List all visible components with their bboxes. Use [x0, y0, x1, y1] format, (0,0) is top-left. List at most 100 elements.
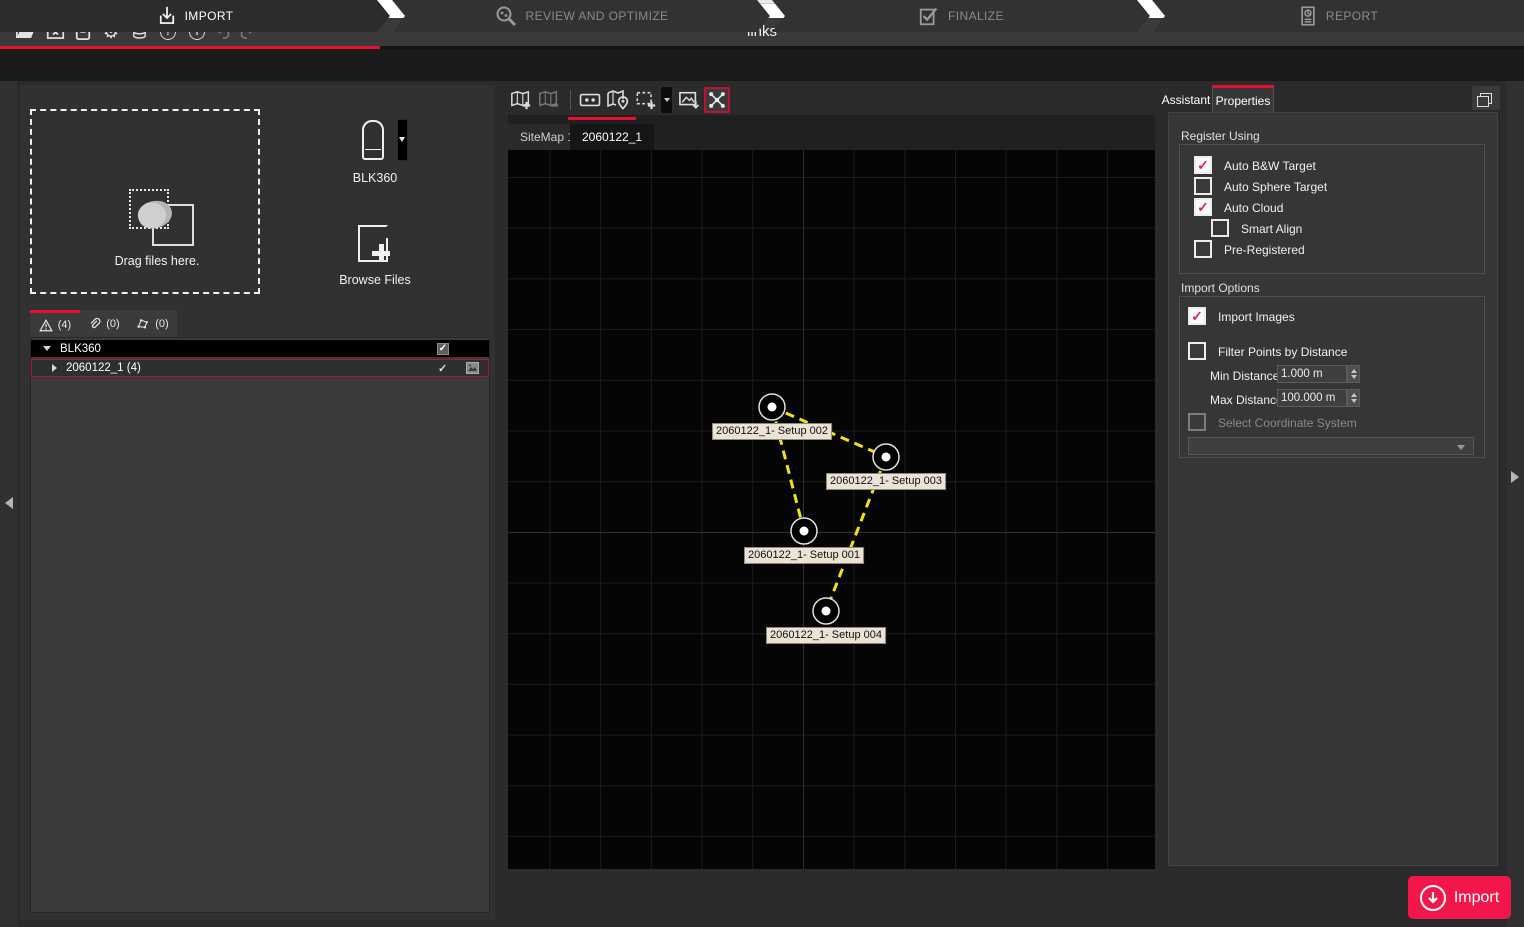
import-file-tree: BLK360 2060122_1 (4) ✓: [30, 337, 490, 913]
slider-caret-icon: [399, 137, 405, 142]
warning-icon: [39, 319, 53, 332]
auto-bw-target-checkbox[interactable]: [1194, 156, 1212, 174]
import-options-title: Import Options: [1181, 281, 1260, 295]
tab-assistant[interactable]: Assistant: [1162, 88, 1210, 112]
warnings-count: (4): [58, 319, 71, 331]
document-fold-icon: [375, 225, 388, 238]
import-button[interactable]: Import: [1408, 876, 1511, 919]
max-distance-input[interactable]: [1277, 389, 1347, 407]
image-preview-icon[interactable]: [466, 362, 479, 374]
stage-label: FINALIZE: [948, 9, 1004, 23]
collapse-left-panel-button[interactable]: [5, 497, 13, 509]
min-distance-input[interactable]: [1277, 365, 1347, 383]
auto-sphere-target-checkbox[interactable]: [1194, 177, 1212, 195]
tree-item-row-selected[interactable]: 2060122_1 (4) ✓: [31, 359, 489, 377]
stage-label: IMPORT: [185, 9, 234, 23]
tab-2060122-1[interactable]: 2060122_1: [570, 124, 654, 150]
item-check-icon[interactable]: ✓: [438, 362, 447, 375]
import-status-tabs: (4) (0) (0): [30, 310, 177, 337]
setup-node-center-icon: [768, 403, 777, 412]
setup-label[interactable]: 2060122_1- Setup 003: [826, 473, 946, 490]
blk360-device-icon[interactable]: [362, 120, 384, 160]
export-image-button[interactable]: [676, 87, 702, 113]
import-stage-icon: [157, 5, 177, 27]
spin-down-icon: [1351, 399, 1357, 403]
workflow-stage-bar: [0, 49, 1524, 81]
import-source-panel: Drag files here. BLK360 Browse Files (4)…: [20, 85, 495, 920]
filter-points-checkbox[interactable]: [1188, 342, 1206, 360]
review-stage-icon: [494, 4, 518, 28]
sitemap-location-icon: [606, 88, 630, 112]
export-image-icon: [678, 90, 700, 110]
bundles-count: (0): [155, 318, 168, 330]
sitemap-canvas[interactable]: 2060122_1- Setup 002 2060122_1- Setup 003…: [508, 150, 1155, 869]
min-distance-label: Min Distance: [1210, 369, 1279, 383]
sitemap-tab-bar: SiteMap 1 2060122_1: [508, 115, 1155, 150]
links-view-button[interactable]: [704, 87, 730, 113]
tree-item-label: 2060122_1 (4): [66, 362, 141, 374]
drag-drop-area[interactable]: Drag files here.: [30, 109, 260, 294]
coordinate-system-label: Select Coordinate System: [1218, 416, 1357, 430]
links-view-icon: [707, 90, 727, 110]
group-checkbox[interactable]: [437, 343, 449, 355]
import-images-checkbox[interactable]: [1188, 307, 1206, 325]
tab-label: 2060122_1: [582, 130, 642, 144]
right-gutter: [1507, 81, 1524, 927]
setup-label[interactable]: 2060122_1- Setup 001: [744, 547, 864, 564]
marquee-add-icon: [635, 89, 657, 111]
remove-sitemap-button[interactable]: [536, 87, 562, 113]
report-stage-icon: [1298, 5, 1318, 27]
add-sitemap-button[interactable]: [508, 87, 534, 113]
max-distance-spinner[interactable]: [1347, 389, 1360, 407]
setup-label[interactable]: 2060122_1- Setup 004: [766, 627, 886, 644]
chevron-left-icon: [5, 497, 13, 509]
expand-caret-icon[interactable]: [43, 346, 51, 351]
pano-view-icon: [579, 91, 601, 109]
setup-node-center-icon: [882, 453, 891, 462]
float-panel-button[interactable]: [1472, 86, 1500, 110]
stage-review-and-optimize[interactable]: REVIEW AND OPTIMIZE: [392, 0, 770, 32]
tree-group-row[interactable]: BLK360: [31, 340, 489, 357]
layers-icon: [1480, 93, 1492, 104]
auto-cloud-checkbox[interactable]: [1194, 198, 1212, 216]
import-button-label: Import: [1454, 889, 1499, 907]
pano-view-button[interactable]: [577, 87, 603, 113]
setup-node-center-icon: [822, 607, 831, 616]
properties-content: Register Using Auto B&W Target Auto Sphe…: [1168, 112, 1498, 866]
import-arrow-icon: [1420, 885, 1446, 911]
setup-label[interactable]: 2060122_1- Setup 002: [712, 423, 832, 440]
coordinate-system-checkbox[interactable]: [1188, 413, 1206, 431]
collapse-caret-icon[interactable]: [52, 364, 57, 372]
spin-down-icon: [1351, 375, 1357, 379]
stage-report[interactable]: REPORT: [1152, 0, 1524, 32]
coordinate-system-dropdown[interactable]: [1188, 437, 1474, 455]
tab-label: Assistant: [1162, 93, 1211, 107]
min-distance-spinner[interactable]: [1347, 365, 1360, 383]
properties-panel: Assistant Properties Register Using Auto…: [1160, 81, 1505, 927]
tab-warnings[interactable]: (4): [30, 310, 80, 337]
stage-import[interactable]: IMPORT: [0, 0, 390, 32]
pre-registered-label: Pre-Registered: [1224, 243, 1305, 257]
sitemap-location-button[interactable]: [605, 87, 631, 113]
remove-sitemap-icon: [538, 89, 560, 111]
toolbar-separator: [570, 90, 571, 110]
pre-registered-checkbox[interactable]: [1194, 240, 1212, 258]
tab-label: Properties: [1216, 94, 1271, 108]
expand-right-panel-button[interactable]: [1511, 471, 1519, 483]
stage-finalize[interactable]: FINALIZE: [772, 0, 1150, 32]
tab-bundles[interactable]: (0): [128, 310, 177, 337]
active-tab-indicator: [568, 117, 636, 120]
tab-attachments[interactable]: (0): [80, 310, 128, 337]
smart-align-checkbox[interactable]: [1211, 219, 1229, 237]
marquee-options-dropdown[interactable]: [661, 87, 672, 113]
spin-up-icon: [1351, 369, 1357, 373]
max-distance-label: Max Distance: [1210, 393, 1283, 407]
stage-label: REVIEW AND OPTIMIZE: [526, 9, 669, 23]
tab-label: SiteMap 1: [520, 130, 574, 144]
finalize-stage-icon: [918, 5, 940, 27]
marquee-add-button[interactable]: [633, 87, 659, 113]
tab-properties[interactable]: Properties: [1212, 85, 1274, 113]
register-using-title: Register Using: [1181, 129, 1260, 143]
add-sitemap-icon: [510, 89, 532, 111]
filter-points-label: Filter Points by Distance: [1218, 345, 1347, 359]
